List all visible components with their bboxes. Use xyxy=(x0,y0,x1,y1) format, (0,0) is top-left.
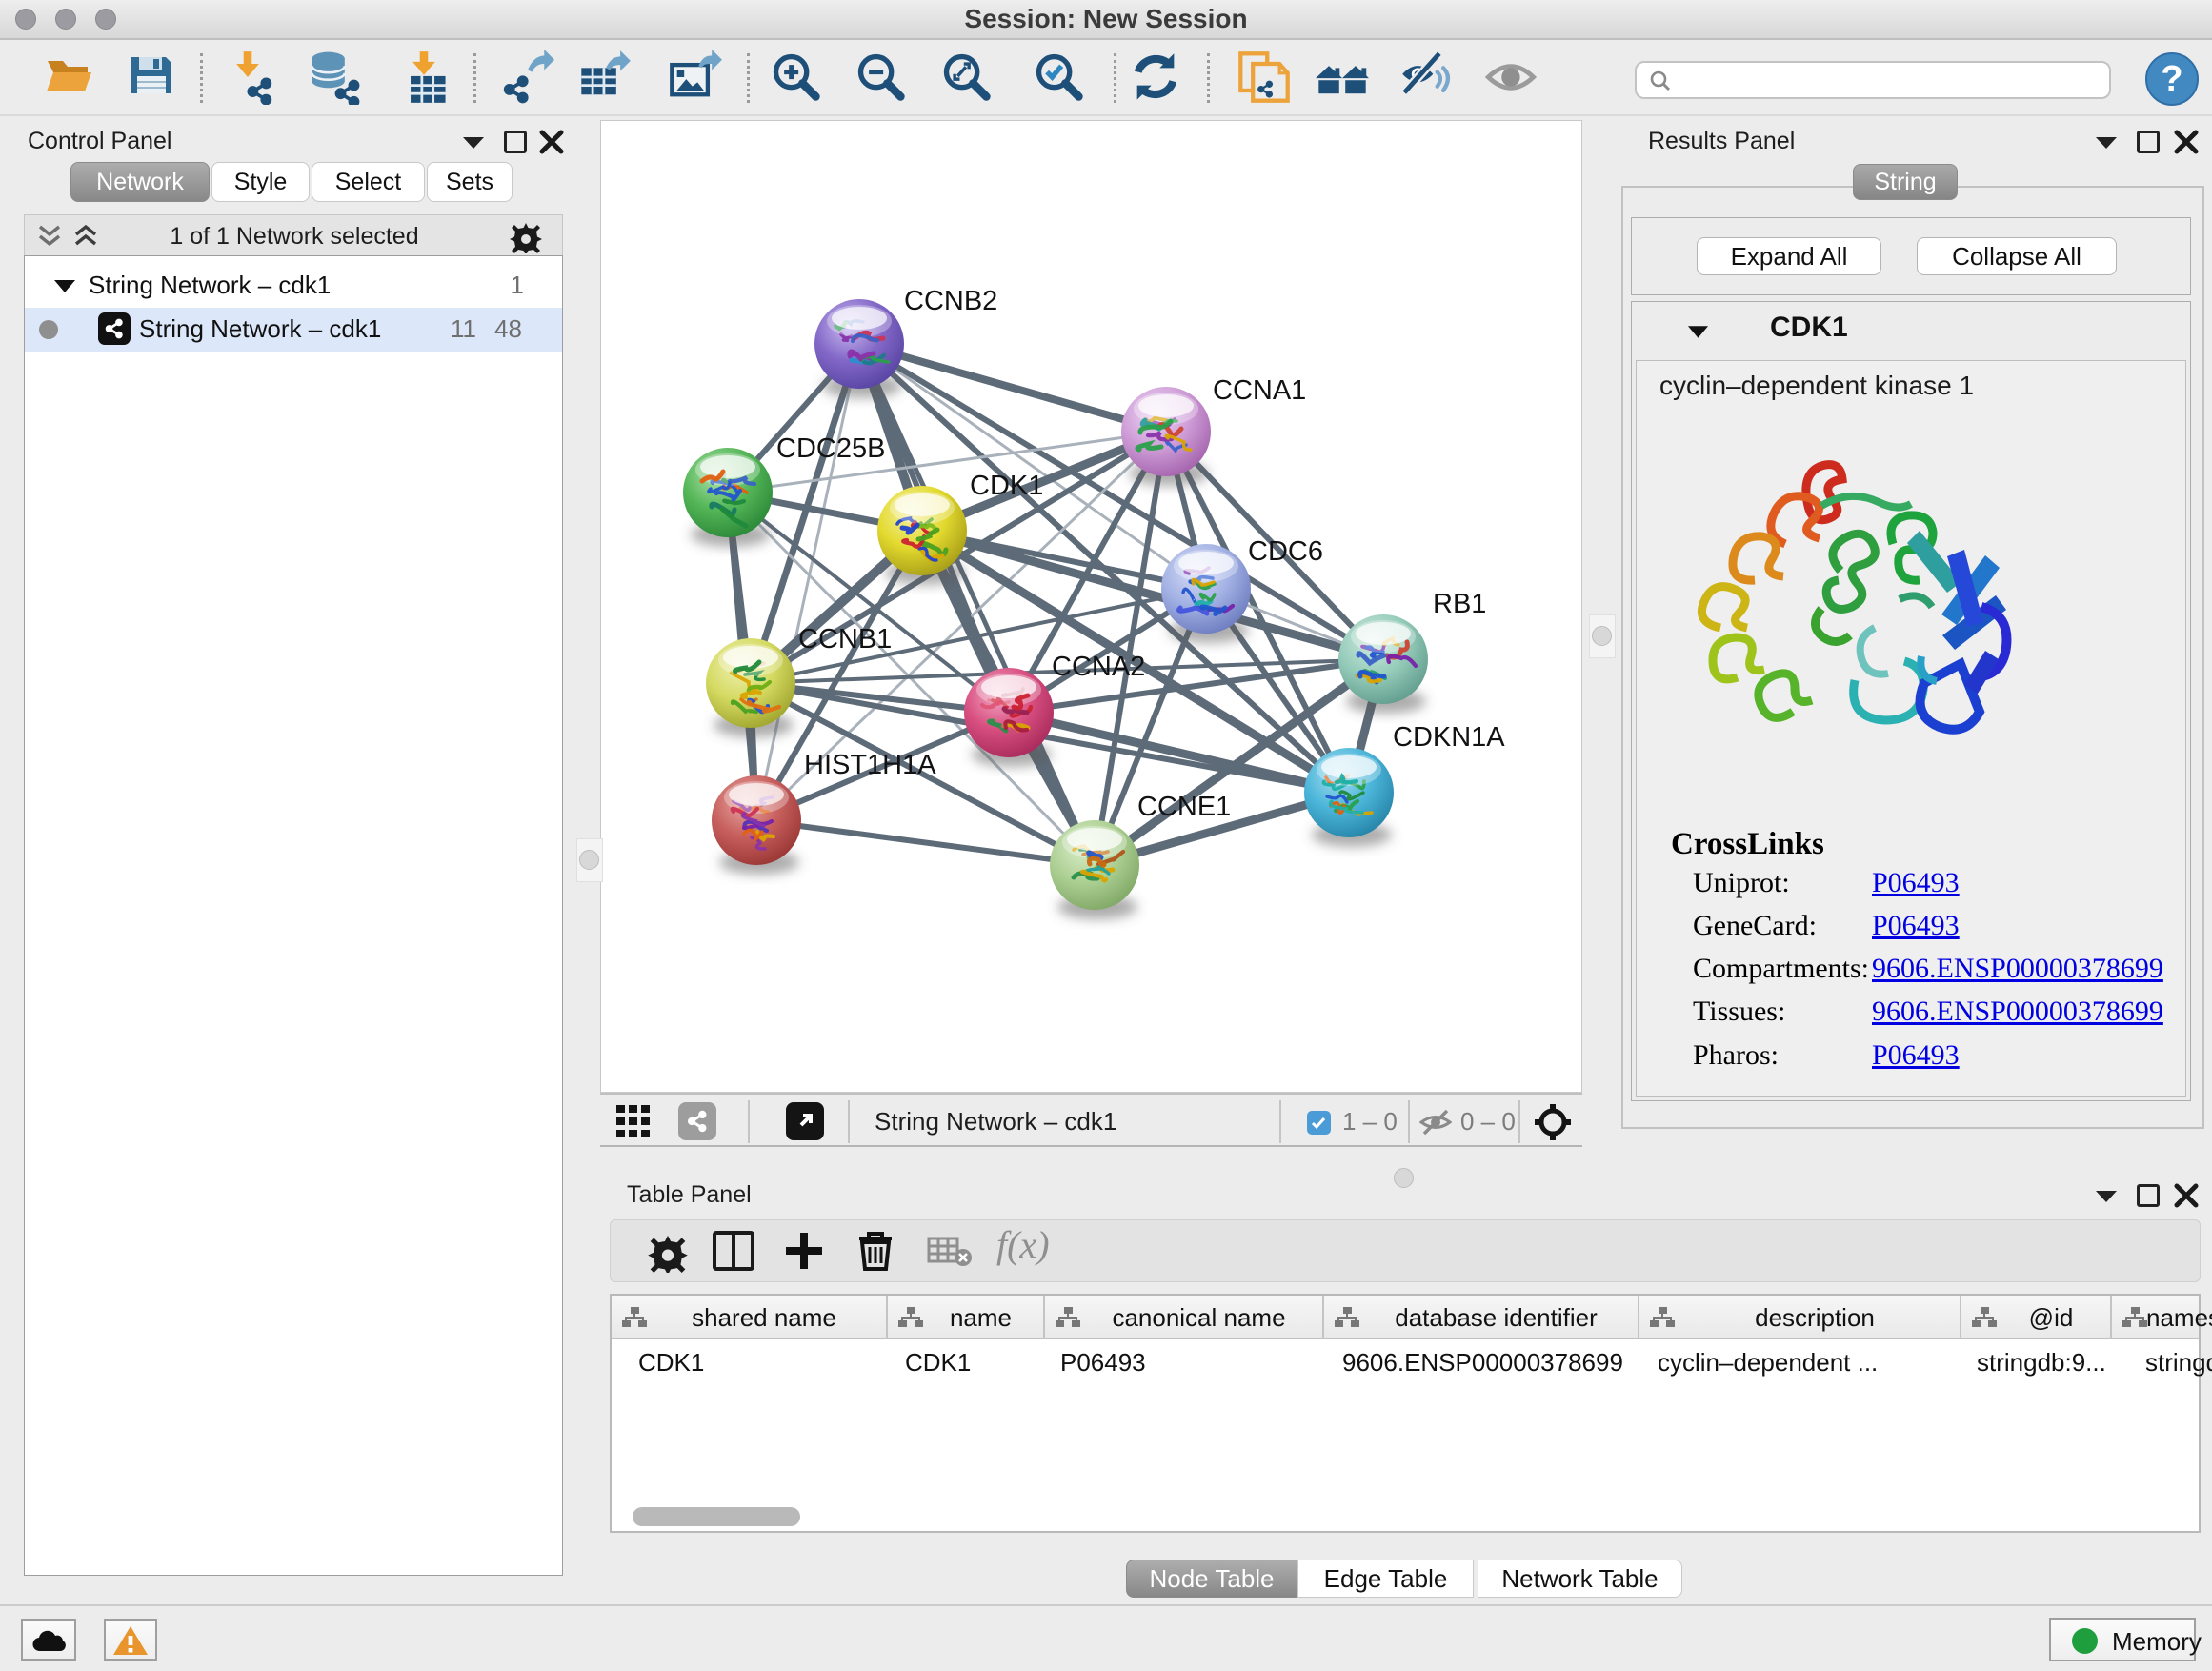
svg-text:CCNB2: CCNB2 xyxy=(904,286,997,316)
svg-text:CDC6: CDC6 xyxy=(1248,536,1323,567)
svg-text:CCNE1: CCNE1 xyxy=(1137,792,1231,822)
svg-text:CCNA2: CCNA2 xyxy=(1052,652,1145,682)
svg-text:RB1: RB1 xyxy=(1433,589,1486,619)
svg-text:CCNA1: CCNA1 xyxy=(1213,375,1306,406)
svg-text:CDKN1A: CDKN1A xyxy=(1393,722,1505,753)
svg-text:HIST1H1A: HIST1H1A xyxy=(804,750,936,780)
svg-text:CCNB1: CCNB1 xyxy=(798,624,892,654)
svg-text:CDK1: CDK1 xyxy=(970,471,1043,501)
svg-text:CDC25B: CDC25B xyxy=(776,433,885,464)
